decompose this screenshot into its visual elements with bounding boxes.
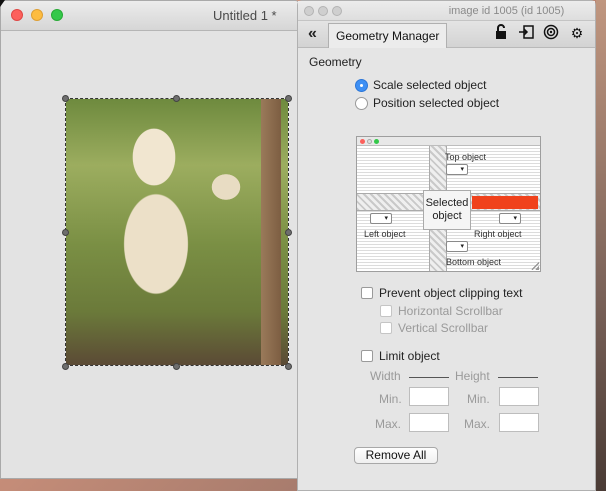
- mouse-pointer-icon: [0, 0, 5, 7]
- width-min-label: Min.: [379, 392, 402, 406]
- resize-handle-bottom-right[interactable]: [285, 363, 292, 370]
- left-object-label: Left object: [364, 229, 406, 239]
- resize-handle-left[interactable]: [62, 229, 69, 236]
- resize-handle-top-left[interactable]: [62, 95, 69, 102]
- tab-geometry-manager[interactable]: Geometry Manager: [328, 23, 448, 48]
- horizontal-scrollbar-checkbox-row[interactable]: Horizontal Scrollbar: [380, 304, 503, 318]
- diagram-zoom-dot: [374, 139, 379, 144]
- right-object-popup[interactable]: ▾: [499, 213, 521, 224]
- lock-icon[interactable]: [492, 24, 510, 42]
- resize-handle-bottom[interactable]: [173, 363, 180, 370]
- panel-title: image id 1005 (id 1005): [448, 5, 565, 17]
- prevent-clipping-checkbox[interactable]: [361, 287, 373, 299]
- selected-object-label-1: Selected: [425, 197, 469, 209]
- document-window: Untitled 1 *: [0, 0, 300, 479]
- height-min-field[interactable]: [499, 387, 539, 406]
- width-max-label: Max.: [375, 417, 402, 431]
- limit-object-label: Limit object: [379, 349, 440, 363]
- vertical-scrollbar-checkbox-row[interactable]: Vertical Scrollbar: [380, 321, 488, 335]
- diagram-minimize-dot: [367, 139, 372, 144]
- height-min-label: Min.: [467, 392, 490, 406]
- zoom-window-button[interactable]: [51, 9, 63, 21]
- geometry-manager-panel: image id 1005 (id 1005) « Geometry Manag…: [297, 0, 596, 491]
- width-max-field[interactable]: [409, 413, 449, 432]
- top-object-popup[interactable]: ▾: [446, 164, 468, 175]
- close-window-button[interactable]: [11, 9, 23, 21]
- width-separator: [409, 377, 449, 378]
- vertical-scrollbar-checkbox[interactable]: [380, 322, 392, 334]
- height-max-field[interactable]: [499, 413, 539, 432]
- panel-toolbar: « Geometry Manager ⚙: [298, 21, 595, 48]
- bottom-object-popup[interactable]: ▾: [446, 241, 468, 252]
- remove-all-button[interactable]: Remove All: [354, 447, 438, 464]
- target-icon[interactable]: [542, 24, 560, 42]
- height-label: Height: [455, 369, 490, 383]
- document-titlebar: Untitled 1 *: [1, 1, 299, 31]
- puppy-photo: [66, 99, 288, 365]
- radio-scale-selected-object[interactable]: Scale selected object: [355, 78, 486, 92]
- right-link-highlight: [472, 196, 538, 209]
- resize-handle-bottom-left[interactable]: [62, 363, 69, 370]
- height-separator: [498, 377, 538, 378]
- radio-label: Scale selected object: [373, 78, 487, 92]
- desktop-background: [596, 0, 606, 491]
- horizontal-scrollbar-label: Horizontal Scrollbar: [398, 304, 503, 318]
- radio-position-selected-object[interactable]: Position selected object: [355, 96, 499, 110]
- resize-handle-top[interactable]: [173, 95, 180, 102]
- bottom-object-label: Bottom object: [446, 257, 502, 267]
- selected-image-object[interactable]: [65, 98, 289, 366]
- top-object-label: Top object: [445, 152, 487, 162]
- resize-grip-icon: [531, 262, 539, 270]
- resize-handle-top-right[interactable]: [285, 95, 292, 102]
- selected-object-label-2: object: [432, 210, 462, 222]
- horizontal-scrollbar-checkbox[interactable]: [380, 305, 392, 317]
- limit-object-checkbox[interactable]: [361, 350, 373, 362]
- insert-object-icon[interactable]: [517, 24, 535, 42]
- left-object-popup[interactable]: ▾: [370, 213, 392, 224]
- prevent-clipping-checkbox-row[interactable]: Prevent object clipping text: [361, 286, 522, 300]
- radio-button-checked[interactable]: [355, 78, 368, 92]
- right-object-label: Right object: [474, 229, 522, 239]
- prevent-clipping-label: Prevent object clipping text: [379, 286, 523, 300]
- radio-label: Position selected object: [373, 96, 500, 110]
- collapse-chevron-icon[interactable]: «: [308, 25, 317, 43]
- document-title: Untitled 1 *: [213, 8, 277, 23]
- height-max-label: Max.: [464, 417, 491, 431]
- diagram-titlebar: [357, 137, 540, 146]
- width-label: Width: [370, 369, 401, 383]
- diagram-close-dot: [360, 139, 365, 144]
- gear-icon[interactable]: ⚙: [568, 24, 586, 42]
- geometry-diagram: Selected object Top object ▾ ▾ Left obje…: [356, 136, 541, 272]
- selected-object-box: Selected object: [423, 190, 471, 230]
- width-min-field[interactable]: [409, 387, 449, 406]
- panel-titlebar: image id 1005 (id 1005): [298, 1, 595, 21]
- minimize-window-button[interactable]: [31, 9, 43, 21]
- resize-handle-right[interactable]: [285, 229, 292, 236]
- vertical-scrollbar-label: Vertical Scrollbar: [398, 321, 489, 335]
- radio-button[interactable]: [355, 96, 368, 110]
- limit-object-checkbox-row[interactable]: Limit object: [361, 349, 440, 363]
- geometry-section-label: Geometry: [309, 55, 362, 69]
